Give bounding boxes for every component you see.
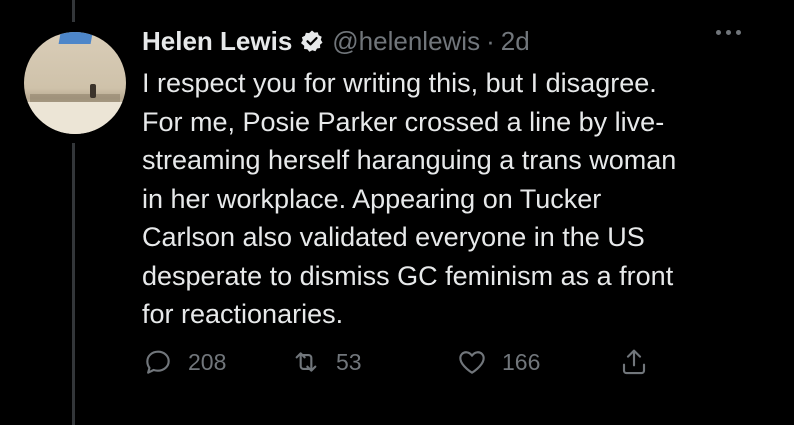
more-dot-icon [736, 30, 741, 35]
tweet-text: I respect you for writing this, but I di… [142, 64, 752, 334]
thread-line-bottom [72, 143, 75, 425]
share-icon [622, 349, 646, 375]
tweet-text-line: for reactionaries. [142, 299, 344, 329]
header-separator: · [486, 25, 495, 56]
tweet-text-line: in her workplace. Appearing on Tucker [142, 183, 602, 214]
like-button[interactable]: 166 [456, 346, 540, 378]
retweet-count: 53 [336, 348, 362, 375]
tweet-text-line: streaming herself haranguing a trans wom… [142, 145, 677, 175]
tweet-text-line: Carlson also validated everyone in the U… [142, 222, 645, 252]
thread-line-top [72, 0, 75, 22]
more-dot-icon [726, 30, 731, 35]
avatar-floor [24, 102, 126, 134]
tweet-timestamp[interactable]: 2d [501, 26, 530, 57]
reply-count: 208 [188, 348, 227, 375]
more-options-button[interactable] [716, 30, 741, 35]
retweet-button[interactable]: 53 [290, 346, 362, 378]
avatar-figure [90, 84, 96, 98]
avatar-sky [58, 32, 94, 44]
verified-badge-icon [300, 29, 324, 53]
tweet-text-line: I respect you for writing this, but I di… [142, 68, 657, 98]
reply-icon [146, 350, 170, 374]
more-dot-icon [716, 30, 721, 35]
tweet-header: Helen Lewis @helenlewis · 2d [142, 24, 762, 58]
tweet-actions: 208 53 166 [142, 346, 662, 382]
retweet-icon [295, 352, 317, 372]
tweet-content: Helen Lewis @helenlewis · 2d I respect y… [142, 24, 762, 334]
tweet-text-line: desperate to dismiss GC feminism as a fr… [142, 260, 674, 291]
reply-button[interactable]: 208 [142, 346, 226, 378]
like-count: 166 [502, 348, 541, 375]
author-handle[interactable]: @helenlewis [332, 26, 480, 57]
share-button[interactable] [618, 346, 650, 378]
avatar[interactable] [24, 32, 126, 134]
tweet-text-line: For me, Posie Parker crossed a line by l… [142, 106, 665, 137]
author-name[interactable]: Helen Lewis [142, 26, 292, 57]
heart-icon [459, 351, 485, 374]
